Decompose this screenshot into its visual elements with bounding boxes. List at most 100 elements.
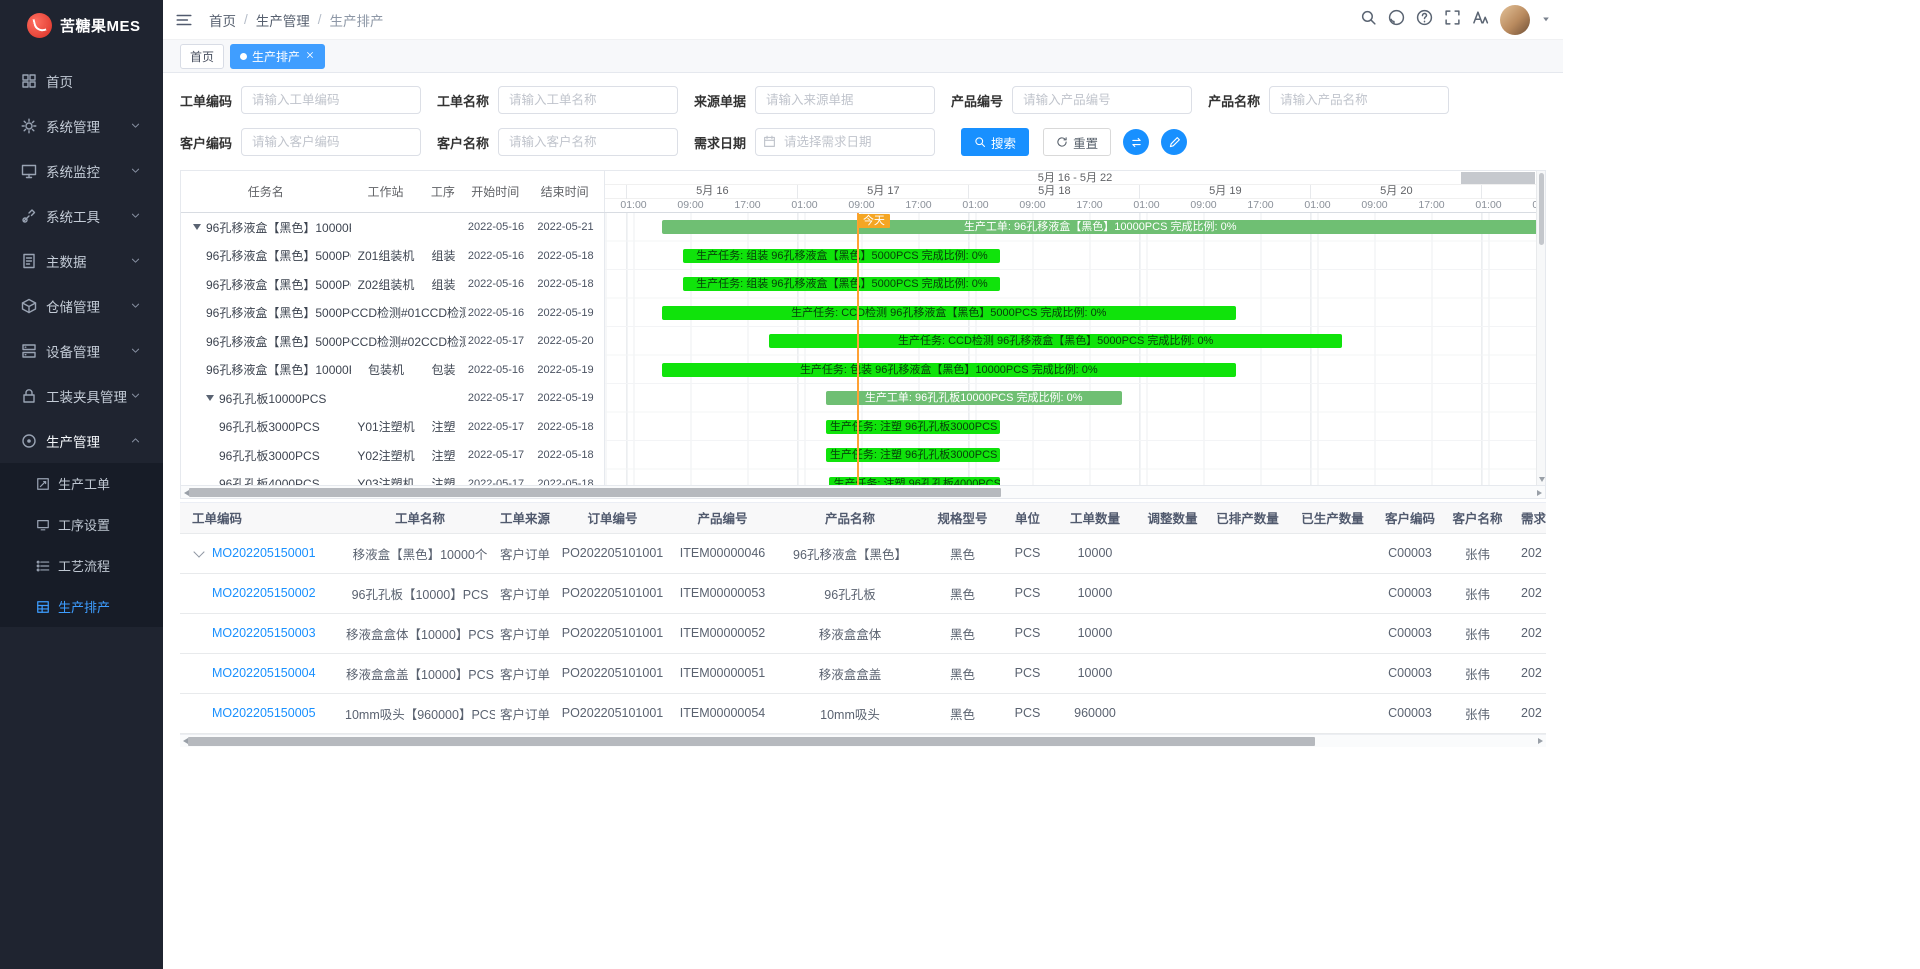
order-link[interactable]: MO202205150005 xyxy=(212,706,316,720)
order-link[interactable]: MO202205150003 xyxy=(212,626,316,640)
chevron-down-icon xyxy=(130,300,141,311)
table-horizontal-scrollbar[interactable] xyxy=(180,734,1546,747)
table-cell xyxy=(1285,573,1380,613)
sidebar-subitem-0[interactable]: 生产工单 xyxy=(0,463,163,504)
filter-input[interactable] xyxy=(498,86,678,114)
breadcrumb-item-1[interactable]: 生产管理 xyxy=(256,10,310,30)
table-cell: C00003 xyxy=(1380,653,1440,693)
collapse-caret-icon[interactable] xyxy=(193,224,201,230)
gantt-task-row[interactable]: 96孔移液盒【黑色】10000PCS包装机包装2022-05-162022-05… xyxy=(181,356,604,385)
scrollbar-thumb[interactable] xyxy=(1539,173,1544,245)
scroll-right-arrow-icon[interactable] xyxy=(1537,490,1542,496)
gantt-bar-task[interactable]: 生产任务: 包装 96孔移液盒【黑色】10000PCS 完成比例: 0% xyxy=(662,363,1236,377)
filter-field-客户编码: 客户编码 xyxy=(180,128,421,156)
order-link[interactable]: MO202205150001 xyxy=(212,546,316,560)
help-button[interactable] xyxy=(1416,9,1433,31)
gantt-task-row[interactable]: 96孔孔板3000PCSY02注塑机注塑2022-05-172022-05-18 xyxy=(181,441,604,470)
user-avatar[interactable] xyxy=(1500,5,1530,35)
scrollbar-thumb[interactable] xyxy=(188,737,1315,746)
filter-input[interactable] xyxy=(755,86,935,114)
gantt-task-start: 2022-05-17 xyxy=(466,335,526,347)
sidebar-item-3[interactable]: 系统工具 xyxy=(0,193,163,238)
edit-circle-button[interactable] xyxy=(1161,129,1187,155)
sidebar-item-4[interactable]: 主数据 xyxy=(0,238,163,283)
gantt-task-row[interactable]: 96孔移液盒【黑色】5000PCSZ02组装机组装2022-05-162022-… xyxy=(181,270,604,299)
order-link[interactable]: MO202205150004 xyxy=(212,666,316,680)
filter-input[interactable] xyxy=(498,128,678,156)
filter-input[interactable] xyxy=(241,86,421,114)
sidebar-subitem-1[interactable]: 工序设置 xyxy=(0,504,163,545)
table-cell xyxy=(1285,533,1380,573)
gantt-vertical-scrollbar[interactable] xyxy=(1536,171,1545,485)
search-button[interactable] xyxy=(1360,9,1377,31)
topbar-actions xyxy=(1360,5,1563,35)
sidebar-subitem-2[interactable]: 工艺流程 xyxy=(0,545,163,586)
app-logo[interactable]: 苦糖果MES xyxy=(0,0,163,50)
sidebar-item-6[interactable]: 设备管理 xyxy=(0,328,163,373)
sidebar-item-0[interactable]: 首页 xyxy=(0,58,163,103)
sidebar-item-label: 生产管理 xyxy=(46,431,130,451)
tab-close-icon[interactable] xyxy=(305,49,315,63)
gantt-task-row[interactable]: 96孔孔板4000PCSY03注塑机注塑2022-05-172022-05-18 xyxy=(181,470,604,486)
tab-active-dot xyxy=(240,53,247,60)
sidebar-item-5[interactable]: 仓储管理 xyxy=(0,283,163,328)
user-menu-caret[interactable] xyxy=(1541,11,1551,29)
filter-input[interactable] xyxy=(755,128,935,156)
reset-button[interactable]: 重置 xyxy=(1043,128,1111,156)
gantt-task-name: 96孔孔板10000PCS xyxy=(181,390,351,407)
column-header-12: 客户编码 xyxy=(1380,503,1440,533)
gantt-task-row[interactable]: 96孔移液盒【黑色】5000PCSCCD检测#01CCD检测2022-05-16… xyxy=(181,299,604,328)
sidebar-item-7[interactable]: 工装夹具管理 xyxy=(0,373,163,418)
search-button[interactable]: 搜索 xyxy=(961,128,1029,156)
filter-input[interactable] xyxy=(1012,86,1192,114)
breadcrumb-item-2[interactable]: 生产排产 xyxy=(330,10,384,30)
swap-circle-button[interactable] xyxy=(1123,129,1149,155)
scroll-right-arrow-icon[interactable] xyxy=(1538,738,1543,744)
process-settings-icon xyxy=(36,518,50,532)
sidebar-subitem-3[interactable]: 生产排产 xyxy=(0,586,163,627)
hamburger-icon[interactable] xyxy=(175,11,193,29)
fullscreen-button[interactable] xyxy=(1444,9,1461,31)
gantt-task-row[interactable]: 96孔移液盒【黑色】5000PCSCCD检测#02CCD检测2022-05-17… xyxy=(181,327,604,356)
gantt-task-end: 2022-05-20 xyxy=(526,335,605,347)
gantt-task-row[interactable]: 96孔移液盒【黑色】10000PCS2022-05-162022-05-21 xyxy=(181,213,604,242)
gantt-task-row[interactable]: 96孔孔板3000PCSY01注塑机注塑2022-05-172022-05-18 xyxy=(181,413,604,442)
gantt-day-label: 5月 17 xyxy=(797,185,968,199)
gantt-bar-order[interactable]: 生产工单: 96孔移液盒【黑色】10000PCS 完成比例: 0% xyxy=(662,220,1538,234)
table-row: MO202205150001移液盒【黑色】10000个客户订单PO2022051… xyxy=(180,533,1546,573)
production-icon xyxy=(21,433,37,449)
collapse-caret-icon[interactable] xyxy=(206,395,214,401)
gantt-bar-task[interactable]: 生产任务: CCD检测 96孔移液盒【黑色】5000PCS 完成比例: 0% xyxy=(662,306,1236,320)
tab-1[interactable]: 生产排产 xyxy=(230,44,325,69)
filter-input[interactable] xyxy=(241,128,421,156)
chevron-down-icon xyxy=(130,210,141,221)
gantt-bar-task[interactable]: 生产任务: CCD检测 96孔移液盒【黑色】5000PCS 完成比例: 0% xyxy=(769,334,1343,348)
scroll-down-arrow-icon[interactable] xyxy=(1539,477,1545,482)
table-header-row: 工单编码工单名称工单来源订单编号产品编号产品名称规格型号单位工单数量调整数量已排… xyxy=(180,503,1546,533)
gantt-bar-task[interactable]: 生产任务: 注塑 96孔孔板3000PCS 完成比例: 0% xyxy=(826,448,1001,462)
gantt-task-row[interactable]: 96孔孔板10000PCS2022-05-172022-05-19 xyxy=(181,384,604,413)
filter-field-工单编码: 工单编码 xyxy=(180,86,421,114)
font-size-button[interactable] xyxy=(1472,9,1489,31)
gantt-task-row[interactable]: 96孔移液盒【黑色】5000PCSZ01组装机组装2022-05-162022-… xyxy=(181,242,604,271)
expand-caret-icon[interactable] xyxy=(193,546,204,557)
table-cell: 客户订单 xyxy=(495,613,555,653)
table-cell: 10000 xyxy=(1055,613,1135,653)
sidebar-item-label: 仓储管理 xyxy=(46,296,130,316)
filter-input[interactable] xyxy=(1269,86,1449,114)
task-name-text: 96孔孔板3000PCS xyxy=(219,418,320,435)
sidebar-item-2[interactable]: 系统监控 xyxy=(0,148,163,193)
gantt-horizontal-scrollbar[interactable] xyxy=(181,485,1545,498)
scrollbar-thumb[interactable] xyxy=(189,488,1001,497)
gantt-bar-task[interactable]: 生产任务: 注塑 96孔孔板4000PCS 完成比例: 0% xyxy=(829,477,1000,486)
github-button[interactable] xyxy=(1388,9,1405,31)
breadcrumb-item-0[interactable]: 首页 xyxy=(209,10,236,30)
gantt-bar-task[interactable]: 生产任务: 组装 96孔移液盒【黑色】5000PCS 完成比例: 0% xyxy=(683,277,1000,291)
sidebar-item-8[interactable]: 生产管理 xyxy=(0,418,163,463)
gantt-bar-task[interactable]: 生产任务: 注塑 96孔孔板3000PCS 完成比例: 0% xyxy=(826,420,1001,434)
gantt-bar-task[interactable]: 生产任务: 组装 96孔移液盒【黑色】5000PCS 完成比例: 0% xyxy=(683,249,1000,263)
tab-0[interactable]: 首页 xyxy=(180,44,224,69)
order-link[interactable]: MO202205150002 xyxy=(212,586,316,600)
sidebar-item-1[interactable]: 系统管理 xyxy=(0,103,163,148)
gantt-bar-order[interactable]: 生产工单: 96孔孔板10000PCS 完成比例: 0% xyxy=(826,391,1122,405)
